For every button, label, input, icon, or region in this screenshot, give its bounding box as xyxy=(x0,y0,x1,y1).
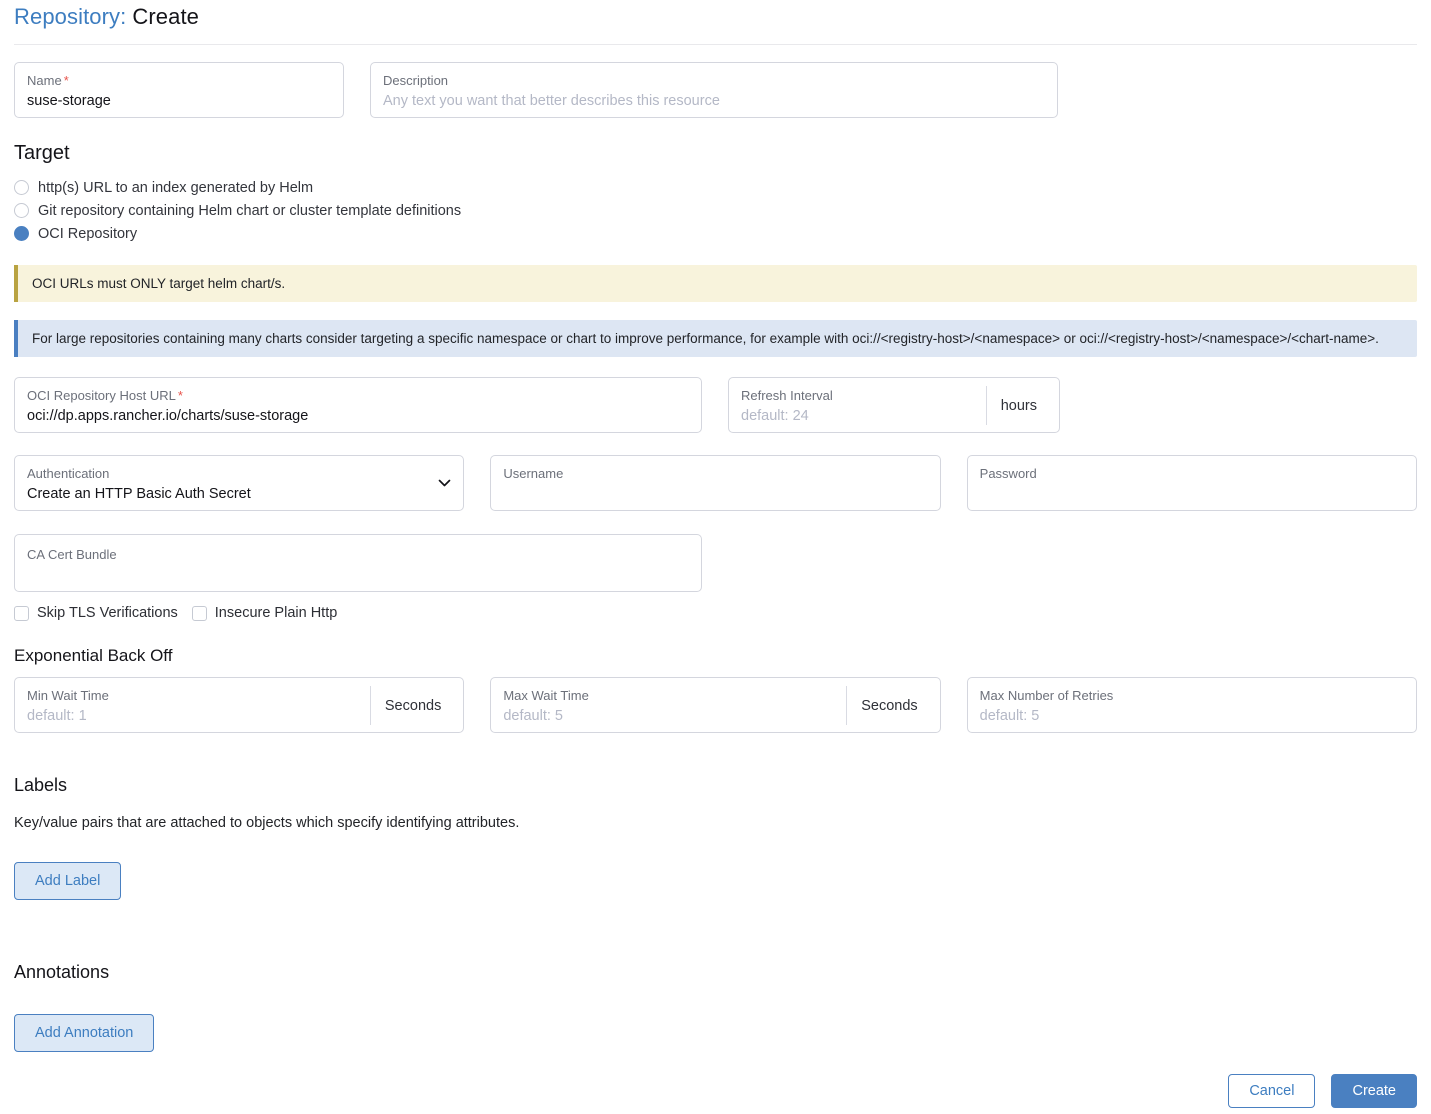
add-annotation-button[interactable]: Add Annotation xyxy=(14,1014,154,1052)
repository-create-page: Repository:Create xyxy=(0,0,1431,30)
max-retries-input[interactable] xyxy=(980,708,1404,724)
oci-host-url-label: OCI Repository Host URL* xyxy=(27,387,689,404)
password-label: Password xyxy=(980,465,1404,482)
refresh-interval-label: Refresh Interval xyxy=(741,387,986,404)
description-field[interactable]: Description xyxy=(370,62,1058,118)
warning-banner: OCI URLs must ONLY target helm chart/s. xyxy=(14,265,1417,302)
footer-actions: Cancel Create xyxy=(1228,1074,1417,1108)
authentication-label: Authentication xyxy=(27,465,430,482)
title-divider xyxy=(14,44,1417,45)
min-wait-time-field[interactable]: Min Wait Time Seconds xyxy=(14,677,464,733)
backoff-heading: Exponential Back Off xyxy=(14,646,1417,666)
radio-http-url[interactable]: http(s) URL to an index generated by Hel… xyxy=(14,176,313,199)
page-title-action: Create xyxy=(132,4,199,29)
chevron-down-icon[interactable] xyxy=(430,465,451,502)
username-field[interactable]: Username xyxy=(490,455,940,511)
info-banner: For large repositories containing many c… xyxy=(14,320,1417,357)
radio-git-repository[interactable]: Git repository containing Helm chart or … xyxy=(14,199,461,222)
add-label-button[interactable]: Add Label xyxy=(14,862,121,900)
breadcrumb-repository-link[interactable]: Repository: xyxy=(14,4,126,29)
username-input[interactable] xyxy=(503,486,927,502)
min-wait-time-input[interactable] xyxy=(27,708,370,724)
skip-tls-checkbox[interactable]: Skip TLS Verifications xyxy=(14,605,178,621)
labels-heading: Labels xyxy=(14,775,1417,796)
insecure-http-checkbox[interactable]: Insecure Plain Http xyxy=(192,605,338,621)
max-retries-field[interactable]: Max Number of Retries xyxy=(967,677,1417,733)
name-field[interactable]: Name* xyxy=(14,62,344,118)
password-input[interactable] xyxy=(980,486,1404,502)
annotations-heading: Annotations xyxy=(14,962,1417,983)
create-button[interactable]: Create xyxy=(1331,1074,1417,1108)
max-wait-time-label: Max Wait Time xyxy=(503,687,846,704)
oci-host-url-field[interactable]: OCI Repository Host URL* xyxy=(14,377,702,433)
checkbox-unchecked-icon[interactable] xyxy=(14,606,29,621)
ca-cert-bundle-field[interactable]: CA Cert Bundle xyxy=(14,534,702,592)
max-wait-time-unit: Seconds xyxy=(846,686,931,725)
ca-cert-bundle-input[interactable] xyxy=(27,567,689,583)
refresh-interval-unit: hours xyxy=(986,386,1051,425)
min-wait-time-label: Min Wait Time xyxy=(27,687,370,704)
required-asterisk: * xyxy=(178,388,183,403)
username-label: Username xyxy=(503,465,927,482)
warning-banner-text: OCI URLs must ONLY target helm chart/s. xyxy=(32,276,285,291)
target-heading: Target xyxy=(14,142,1417,165)
labels-description: Key/value pairs that are attached to obj… xyxy=(14,815,1417,831)
oci-host-url-input[interactable] xyxy=(27,408,689,424)
description-label: Description xyxy=(383,72,1045,89)
authentication-select[interactable]: Authentication xyxy=(14,455,464,511)
name-input[interactable] xyxy=(27,93,331,109)
page-title: Repository:Create xyxy=(14,0,1417,30)
name-label: Name* xyxy=(27,72,331,89)
checkbox-unchecked-icon[interactable] xyxy=(192,606,207,621)
radio-oci-repository[interactable]: OCI Repository xyxy=(14,222,137,245)
min-wait-time-unit: Seconds xyxy=(370,686,455,725)
description-input[interactable] xyxy=(383,93,1045,109)
required-asterisk: * xyxy=(64,73,69,88)
max-wait-time-field[interactable]: Max Wait Time Seconds xyxy=(490,677,940,733)
refresh-interval-input[interactable] xyxy=(741,408,986,424)
authentication-value[interactable] xyxy=(27,486,430,502)
max-retries-label: Max Number of Retries xyxy=(980,687,1404,704)
target-radio-group: http(s) URL to an index generated by Hel… xyxy=(14,176,1417,245)
ca-cert-bundle-label: CA Cert Bundle xyxy=(27,546,689,563)
refresh-interval-field[interactable]: Refresh Interval hours xyxy=(728,377,1060,433)
radio-unselected-icon[interactable] xyxy=(14,203,29,218)
radio-selected-icon[interactable] xyxy=(14,226,29,241)
radio-unselected-icon[interactable] xyxy=(14,180,29,195)
max-wait-time-input[interactable] xyxy=(503,708,846,724)
password-field[interactable]: Password xyxy=(967,455,1417,511)
cancel-button[interactable]: Cancel xyxy=(1228,1074,1315,1108)
info-banner-text: For large repositories containing many c… xyxy=(32,331,1379,346)
